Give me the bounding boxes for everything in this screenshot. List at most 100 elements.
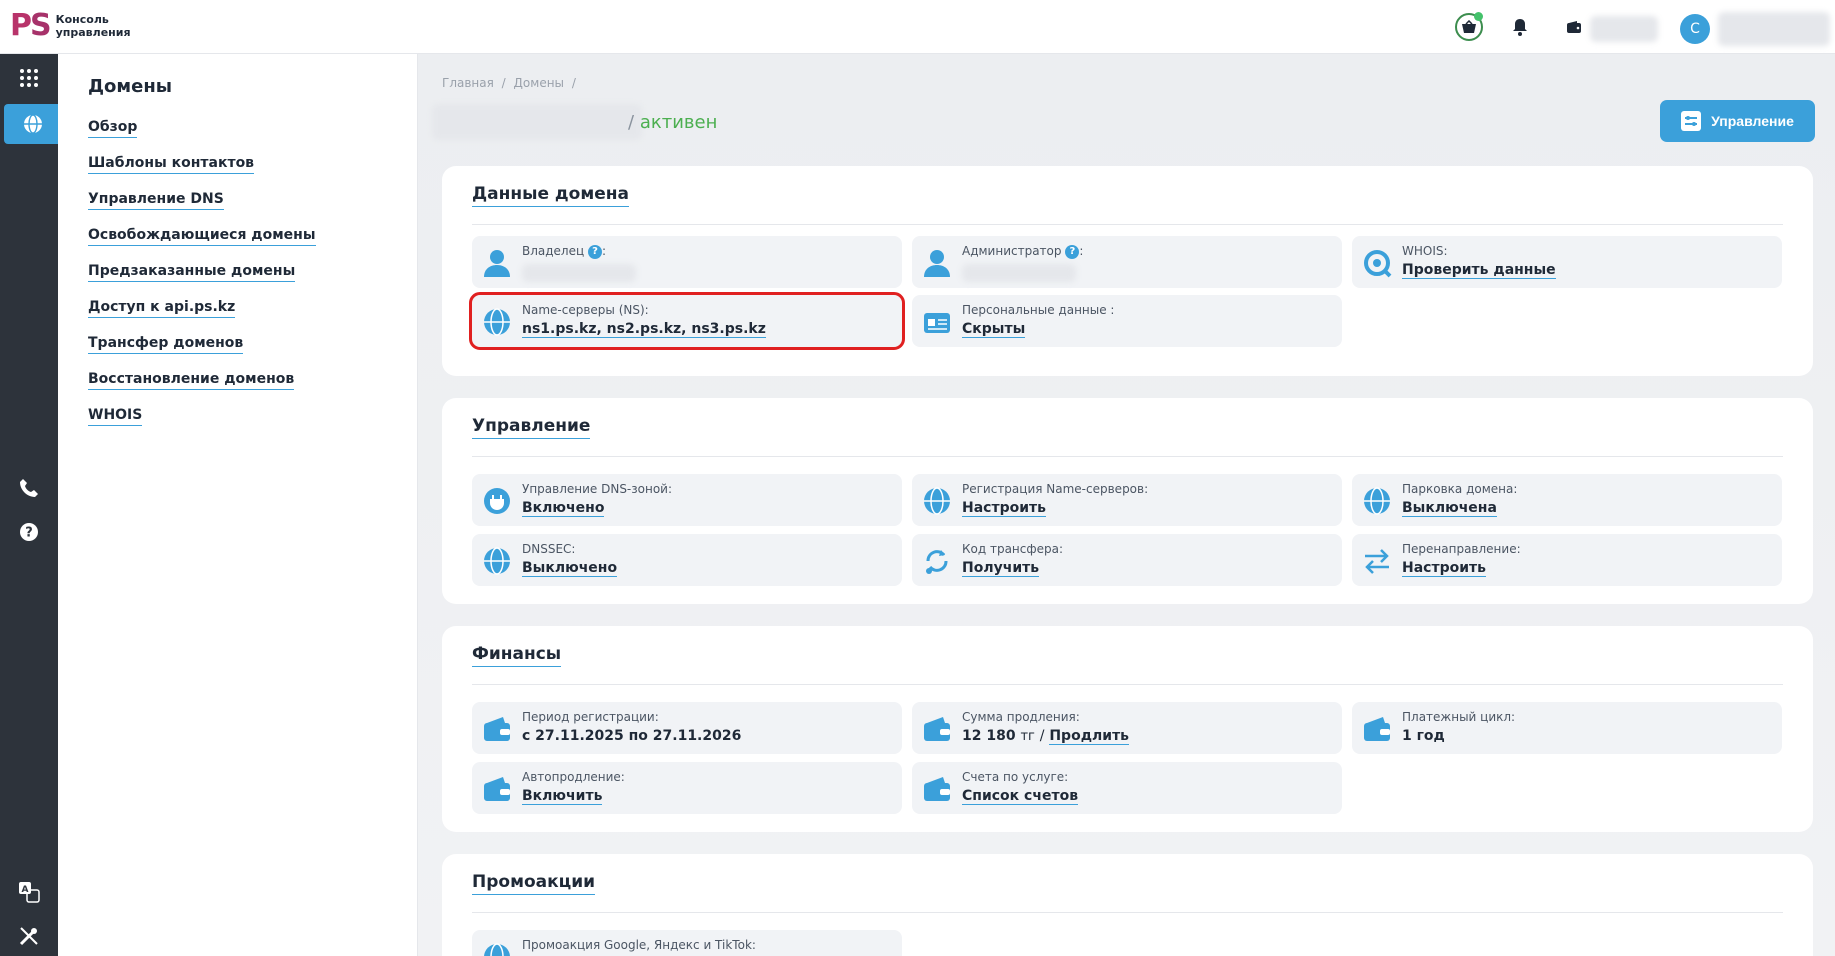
parking-label: Парковка домена: xyxy=(1402,482,1518,496)
redirect-label: Перенаправление: xyxy=(1402,542,1521,556)
sidebar-item-contact-templates[interactable]: Шаблоны контактов xyxy=(88,155,255,174)
renewal-currency: тг xyxy=(1020,729,1035,744)
renewal-value: 12 180 тг / Продлить xyxy=(962,728,1130,745)
ns-registration-tile: Регистрация Name-серверов: Настроить xyxy=(912,474,1342,526)
redirect-arrows-icon xyxy=(1360,544,1394,578)
transfer-code-value: Получить xyxy=(962,560,1040,577)
owner-value-redacted xyxy=(522,264,636,282)
autorenew-label: Автопродление: xyxy=(522,770,625,784)
sidebar-item-api-access[interactable]: Доступ к api.ps.kz xyxy=(88,299,236,318)
cart-icon[interactable] xyxy=(1455,12,1483,41)
sliders-icon xyxy=(1681,111,1702,131)
main-content: Главная / Домены / / активен Управление … xyxy=(418,54,1835,956)
promo-tile: Промоакция Google, Яндекс и TikTok: xyxy=(472,930,902,956)
globe-icon[interactable] xyxy=(4,104,62,144)
finance-card: Финансы Период регистрации: с 27.11.2025… xyxy=(442,626,1813,832)
user-icon xyxy=(480,246,514,280)
bell-icon[interactable] xyxy=(1506,13,1534,41)
wallet-icon xyxy=(1360,712,1394,746)
left-rail: ? A xyxy=(0,54,62,956)
whois-search-icon xyxy=(1360,246,1394,280)
sidebar-item-domain-restore[interactable]: Восстановление доменов xyxy=(88,371,295,390)
logo-mark: PS xyxy=(10,8,52,43)
autorenew-link[interactable]: Включить xyxy=(522,788,603,805)
user-name-redacted[interactable] xyxy=(1718,12,1830,46)
promo-label: Промоакция Google, Яндекс и TikTok: xyxy=(522,938,756,952)
divider xyxy=(472,912,1783,913)
redirect-value: Настроить xyxy=(1402,560,1486,577)
sidebar-item-dns-management[interactable]: Управление DNS xyxy=(88,191,224,210)
sidebar-item-expiring-domains[interactable]: Освобождающиеся домены xyxy=(88,227,316,246)
personal-data-label: Персональные данные : xyxy=(962,303,1115,317)
owner-help-icon[interactable]: ? xyxy=(587,245,602,259)
personal-data-tile: Персональные данные : Скрыты xyxy=(912,295,1342,347)
whois-value: Проверить данные xyxy=(1402,262,1556,279)
nameservers-value: ns1.ps.kz, ns2.ps.kz, ns3.ps.kz xyxy=(522,321,766,338)
wallet-icon[interactable] xyxy=(1560,13,1588,41)
parking-value: Выключена xyxy=(1402,500,1497,517)
whois-check-link[interactable]: Проверить данные xyxy=(1402,262,1556,279)
finance-title: Финансы xyxy=(472,644,562,667)
sidebar-item-domain-transfer[interactable]: Трансфер доменов xyxy=(88,335,244,354)
dnssec-link[interactable]: Выключено xyxy=(522,560,618,577)
parking-link[interactable]: Выключена xyxy=(1402,500,1497,517)
sidebar-item-preordered-domains[interactable]: Предзаказанные домены xyxy=(88,263,296,282)
admin-tile: Администратор ?: xyxy=(912,236,1342,288)
admin-label: Администратор xyxy=(962,244,1062,258)
redirect-tile: Перенаправление: Настроить xyxy=(1352,534,1782,586)
breadcrumb-separator: / xyxy=(571,76,576,90)
breadcrumb-separator: / xyxy=(501,76,506,90)
avatar[interactable]: С xyxy=(1680,14,1710,44)
billing-cycle-tile: Платежный цикл: 1 год xyxy=(1352,702,1782,754)
translate-icon[interactable]: A xyxy=(0,872,58,912)
ns-registration-label: Регистрация Name-серверов: xyxy=(962,482,1149,496)
breadcrumb-domains[interactable]: Домены xyxy=(514,76,564,90)
nameservers-label: Name-серверы (NS): xyxy=(522,303,649,317)
invoices-link[interactable]: Список счетов xyxy=(962,788,1079,805)
tools-icon[interactable] xyxy=(0,916,58,956)
dnssec-tile: DNSSEC: Выключено xyxy=(472,534,902,586)
personal-data-link[interactable]: Скрыты xyxy=(962,321,1026,338)
sidebar-title: Домены xyxy=(88,76,173,97)
dns-zone-value: Включено xyxy=(522,500,605,517)
renew-link[interactable]: Продлить xyxy=(1049,728,1130,745)
logo-text-line1: Консоль xyxy=(55,13,109,26)
svg-text:?: ? xyxy=(25,526,33,541)
sidebar-item-overview[interactable]: Обзор xyxy=(88,119,138,138)
domain-name-redacted xyxy=(432,104,642,140)
help-icon[interactable]: ? xyxy=(0,512,58,552)
redirect-link[interactable]: Настроить xyxy=(1402,560,1486,577)
invoices-tile: Счета по услуге: Список счетов xyxy=(912,762,1342,814)
wallet-icon xyxy=(480,772,514,806)
ns-registration-link[interactable]: Настроить xyxy=(962,500,1046,517)
grid-icon[interactable] xyxy=(0,58,58,98)
phone-icon[interactable] xyxy=(0,468,58,508)
wallet-icon xyxy=(920,712,954,746)
renewal-tile: Сумма продления: 12 180 тг / Продлить xyxy=(912,702,1342,754)
dns-zone-link[interactable]: Включено xyxy=(522,500,605,517)
transfer-icon xyxy=(920,544,954,578)
transfer-code-link[interactable]: Получить xyxy=(962,560,1040,577)
promo-title: Промоакции xyxy=(472,872,596,895)
autorenew-tile: Автопродление: Включить xyxy=(472,762,902,814)
domain-data-card: Данные домена Владелец ?: Администратор … xyxy=(442,166,1813,376)
globe-icon xyxy=(480,940,514,956)
balance-redacted xyxy=(1590,16,1658,42)
id-card-icon xyxy=(920,305,954,339)
sidebar-menu: Обзор Шаблоны контактов Управление DNS О… xyxy=(88,116,316,440)
sidebar-item-whois[interactable]: WHOIS xyxy=(88,407,143,426)
ns-registration-value: Настроить xyxy=(962,500,1046,517)
invoices-label: Счета по услуге: xyxy=(962,770,1069,784)
nameservers-link[interactable]: ns1.ps.kz, ns2.ps.kz, ns3.ps.kz xyxy=(522,321,766,338)
personal-data-value: Скрыты xyxy=(962,321,1026,338)
admin-help-icon[interactable]: ? xyxy=(1065,245,1080,259)
renewal-separator: / xyxy=(1039,728,1045,744)
domain-data-title: Данные домена xyxy=(472,184,629,207)
manage-button[interactable]: Управление xyxy=(1660,100,1815,142)
billing-cycle-value: 1 год xyxy=(1402,728,1445,744)
renewal-label: Сумма продления: xyxy=(962,710,1080,724)
breadcrumb-home[interactable]: Главная xyxy=(442,76,494,90)
manage-button-label: Управление xyxy=(1711,113,1794,129)
logo[interactable]: PS Консоль управления xyxy=(10,9,146,43)
cart-indicator-dot xyxy=(1474,12,1483,21)
